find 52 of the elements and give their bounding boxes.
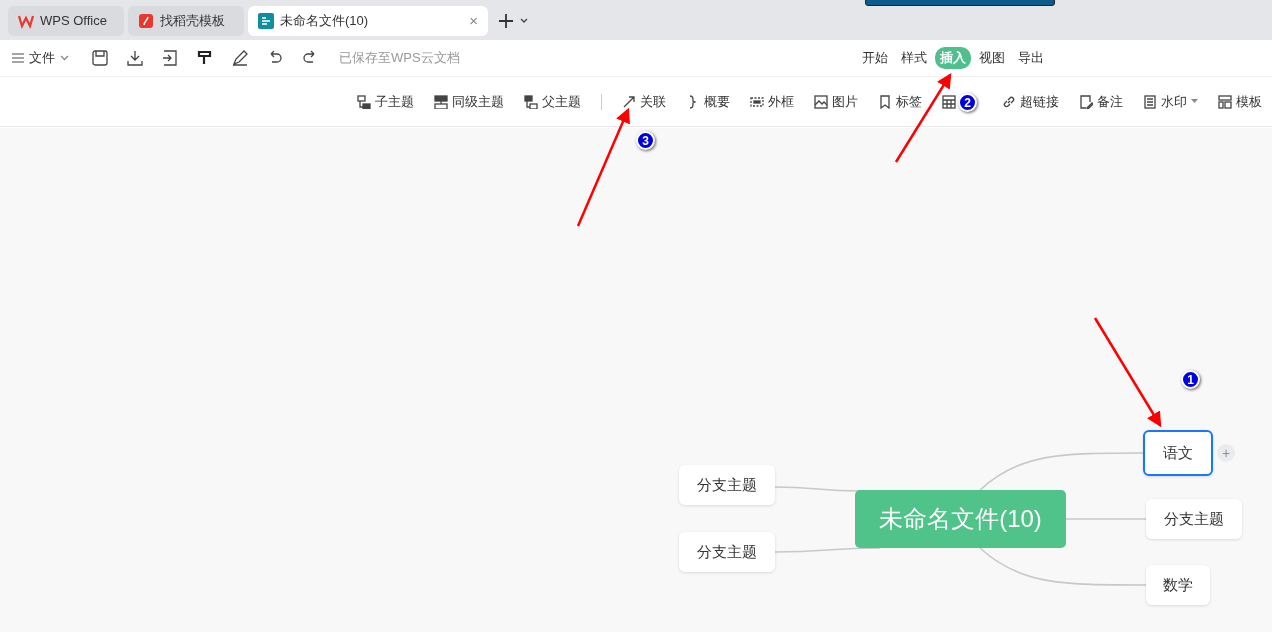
plus-icon[interactable]: [498, 13, 514, 29]
document-tab[interactable]: 未命名文件(10) ×: [248, 6, 488, 36]
sibling-topic-icon: [434, 94, 448, 109]
topic-node[interactable]: 语文: [1143, 430, 1213, 476]
paint-roller-icon[interactable]: [196, 49, 214, 67]
watermark-icon: [1143, 94, 1157, 109]
toolbar-button[interactable]: 关联: [622, 91, 666, 112]
topic-node[interactable]: 分支主题: [1146, 499, 1242, 539]
toolbar-button[interactable]: 同级主题: [434, 91, 504, 112]
save-status: 已保存至WPS云文档: [339, 49, 460, 68]
export-icon[interactable]: [161, 49, 179, 67]
ribbon-tab[interactable]: 样式: [896, 47, 932, 69]
image-icon: [814, 94, 828, 109]
parent-topic-icon: [524, 94, 538, 109]
ribbon-tab[interactable]: 开始: [857, 47, 893, 69]
toolbar-button[interactable]: 超链接: [1002, 91, 1059, 112]
chevron-down-icon: [520, 18, 528, 24]
topic-node[interactable]: 分支主题: [679, 465, 775, 505]
file-menu[interactable]: 文件: [12, 48, 69, 68]
topic-node[interactable]: 数学: [1146, 565, 1210, 605]
diagonal-arrow-icon: [622, 94, 636, 109]
toolbar-button[interactable]: 概要: [686, 91, 730, 112]
bookmark-icon: [878, 94, 892, 109]
close-button[interactable]: ×: [469, 9, 478, 33]
subtopic-icon: [357, 94, 371, 109]
ribbon-tab[interactable]: 导出: [1013, 47, 1049, 69]
mindmap-logo-icon: [258, 13, 274, 29]
chevron-down-icon: [60, 55, 69, 61]
toolbar-button[interactable]: 模板: [1218, 91, 1262, 112]
document-tab[interactable]: 找稻壳模板: [128, 6, 244, 36]
template-icon: [1218, 94, 1232, 109]
ribbon-tab[interactable]: 视图: [974, 47, 1010, 69]
toolbar-button[interactable]: 父主题: [524, 91, 581, 112]
table-icon: [942, 94, 956, 109]
wps-logo-icon: [18, 13, 34, 29]
toolbar-button[interactable]: 子主题: [357, 91, 414, 112]
toolbar-button[interactable]: 水印: [1143, 91, 1198, 112]
topic-node[interactable]: 分支主题: [679, 532, 775, 572]
pencil-icon[interactable]: [231, 49, 249, 67]
toolbar-button[interactable]: 标签: [878, 91, 922, 112]
link-icon: [1002, 94, 1016, 109]
toolbar-button[interactable]: 外框: [750, 91, 794, 112]
menu-icon: [12, 53, 24, 63]
toolbar-button[interactable]: 图片: [814, 91, 858, 112]
save-icon[interactable]: [91, 49, 109, 67]
toolbar-button[interactable]: [942, 94, 956, 109]
dashed-frame-icon: [750, 94, 764, 109]
note-icon: [1079, 94, 1093, 109]
document-tab[interactable]: WPS Office: [8, 6, 124, 36]
toolbar-button[interactable]: 备注: [1079, 91, 1123, 112]
download-icon[interactable]: [126, 49, 144, 67]
caret-down-icon: [1191, 99, 1198, 104]
